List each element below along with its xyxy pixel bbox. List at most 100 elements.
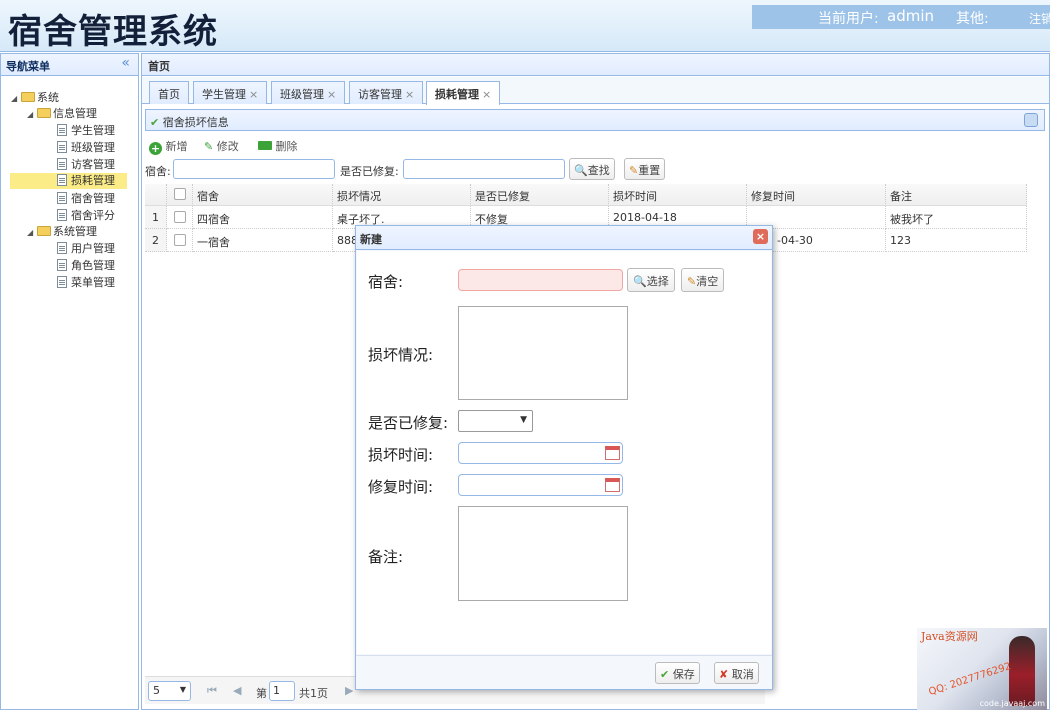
search-button[interactable]: 🔍查找 — [569, 158, 615, 180]
table-cell[interactable]: 被我坏了 — [886, 206, 1027, 229]
edit-button[interactable]: ✎ 修改 — [204, 138, 239, 154]
sidebar-item-dorm-score[interactable]: 宿舍评分 — [57, 208, 115, 224]
damage-time-field[interactable] — [458, 442, 623, 464]
calendar-icon[interactable] — [605, 446, 620, 460]
row-checkbox-cell — [167, 229, 193, 252]
close-icon[interactable]: × — [482, 88, 491, 101]
tab-visitor[interactable]: 访客管理 × — [349, 81, 424, 104]
main-header: 首页 — [142, 54, 1049, 76]
tab-damage[interactable]: 损耗管理 × — [426, 81, 501, 105]
folder-icon — [37, 226, 51, 236]
search-repaired-input[interactable] — [403, 159, 565, 179]
select-button[interactable]: 🔍选择 — [627, 268, 675, 292]
dorm-field[interactable] — [458, 269, 623, 291]
folder-icon — [37, 108, 51, 118]
cancel-button[interactable]: ✘ 取消 — [714, 662, 759, 684]
close-icon[interactable]: × — [327, 88, 336, 101]
row-number: 1 — [145, 206, 167, 229]
search-dorm-label: 宿舍: — [145, 165, 171, 178]
add-button[interactable]: + 新增 — [149, 138, 188, 155]
tab-student[interactable]: 学生管理 × — [193, 81, 268, 104]
delete-button[interactable]: 删除 — [258, 138, 298, 154]
sidebar-item-dorm[interactable]: 宿舍管理 — [57, 191, 115, 207]
file-icon — [57, 174, 67, 186]
app-logo: 宿舍管理系统 — [8, 12, 218, 52]
table-cell[interactable]: 一宿舍 — [193, 229, 333, 252]
sidebar-item-class[interactable]: 班级管理 — [57, 140, 115, 156]
file-icon — [57, 259, 67, 271]
next-page-icon[interactable]: ▶ — [345, 684, 353, 697]
save-button[interactable]: ✔ 保存 — [655, 662, 700, 684]
tab-bar: 首页 学生管理 × 班级管理 × 访客管理 × 损耗管理 × — [142, 77, 1049, 105]
repaired-select[interactable]: ▼ — [458, 410, 533, 432]
ad-figure-image — [1009, 636, 1035, 706]
ad-url: code.javaaj.com — [979, 699, 1045, 708]
reset-button[interactable]: ✎重置 — [624, 158, 666, 180]
tree-node-info-group[interactable]: ◢ 信息管理 — [27, 106, 97, 122]
tree-node-system[interactable]: ◢ 系统 — [11, 90, 59, 106]
tab-home[interactable]: 首页 — [149, 81, 189, 104]
page-number-input[interactable]: 1 — [269, 681, 295, 701]
user-bar: 当前用户: admin 其他: 注销 — [752, 5, 1050, 29]
expand-arrow-icon[interactable]: ◢ — [11, 91, 21, 107]
new-record-dialog: 新建 × 宿舍: 🔍选择 ✎清空 损坏情况: 是否已修复: ▼ 损坏时间: 修复… — [355, 225, 773, 690]
panel-title: 宿舍损坏信息 — [162, 116, 229, 129]
prev-page-icon[interactable]: ◀ — [233, 684, 241, 697]
file-icon — [57, 276, 67, 288]
sidebar-item-visitor[interactable]: 访客管理 — [57, 157, 115, 173]
checkbox[interactable] — [173, 234, 186, 246]
search-icon: 🔍 — [633, 275, 647, 288]
calendar-icon[interactable] — [605, 478, 620, 492]
repair-time-field[interactable] — [458, 474, 623, 496]
grid-header-dorm[interactable]: 宿舍 — [193, 184, 333, 206]
collapse-icon[interactable]: « — [121, 55, 130, 71]
sidebar-item-damage[interactable]: 损耗管理 — [10, 173, 127, 189]
file-icon — [57, 242, 67, 254]
checkbox[interactable] — [173, 211, 186, 223]
panel-collapse-icon[interactable] — [1024, 113, 1038, 127]
table-cell[interactable]: 四宿舍 — [193, 206, 333, 229]
page-size-select[interactable]: 5 ▼ — [148, 681, 191, 701]
current-user-label: 当前用户: — [818, 11, 879, 27]
checkbox[interactable] — [173, 188, 186, 200]
sidebar-title: 导航菜单 — [6, 60, 50, 73]
sidebar-item-user[interactable]: 用户管理 — [57, 241, 115, 257]
chevron-down-icon: ▼ — [179, 685, 186, 694]
dialog-title: 新建 — [360, 233, 382, 246]
dialog-header: 新建 × — [356, 226, 772, 250]
page-label: 第 — [256, 687, 267, 700]
close-icon[interactable]: × — [405, 88, 414, 101]
file-icon — [57, 158, 67, 170]
expand-arrow-icon[interactable]: ◢ — [27, 225, 37, 241]
sidebar-header: 导航菜单 « — [1, 54, 138, 76]
first-page-icon[interactable]: ⏮ — [207, 684, 217, 698]
logout-link[interactable]: 注销 — [1029, 10, 1050, 27]
close-icon[interactable]: × — [249, 88, 258, 101]
remark-textarea[interactable] — [458, 506, 628, 601]
tree-node-sys-group[interactable]: ◢ 系统管理 — [27, 224, 97, 240]
grid-header-repair-time[interactable]: 修复时间 — [747, 184, 886, 206]
file-icon — [57, 192, 67, 204]
grid-header-damage-time[interactable]: 损坏时间 — [609, 184, 747, 206]
grid-header-damage[interactable]: 损坏情况 — [333, 184, 471, 206]
dorm-label: 宿舍: — [368, 273, 404, 291]
grid-header-repaired[interactable]: 是否已修复 — [471, 184, 609, 206]
expand-arrow-icon[interactable]: ◢ — [27, 107, 37, 123]
repaired-label: 是否已修复: — [368, 414, 449, 432]
sidebar: 导航菜单 « ◢ 系统 ◢ 信息管理 学生管理 班级管理 访客管理 损耗管理 宿舍管… — [0, 53, 139, 710]
ad-banner[interactable]: Java资源网 QQ: 2027776292 code.javaaj.com — [917, 628, 1047, 710]
main-title: 首页 — [148, 60, 170, 73]
tab-class[interactable]: 班级管理 × — [271, 81, 346, 104]
ad-qq: QQ: 2027776292 — [927, 660, 1013, 699]
sidebar-item-student[interactable]: 学生管理 — [57, 123, 115, 139]
search-dorm-input[interactable] — [173, 159, 335, 179]
clear-button[interactable]: ✎清空 — [681, 268, 725, 292]
table-cell[interactable]: 123 — [886, 229, 1027, 252]
close-icon[interactable]: × — [753, 229, 768, 244]
brush-icon: ✎ — [687, 275, 697, 288]
grid-header-remark[interactable]: 备注 — [886, 184, 1027, 206]
sidebar-item-menu[interactable]: 菜单管理 — [57, 275, 115, 291]
damage-textarea[interactable] — [458, 306, 628, 400]
other-label: 其他: — [956, 11, 989, 27]
sidebar-item-role[interactable]: 角色管理 — [57, 258, 115, 274]
